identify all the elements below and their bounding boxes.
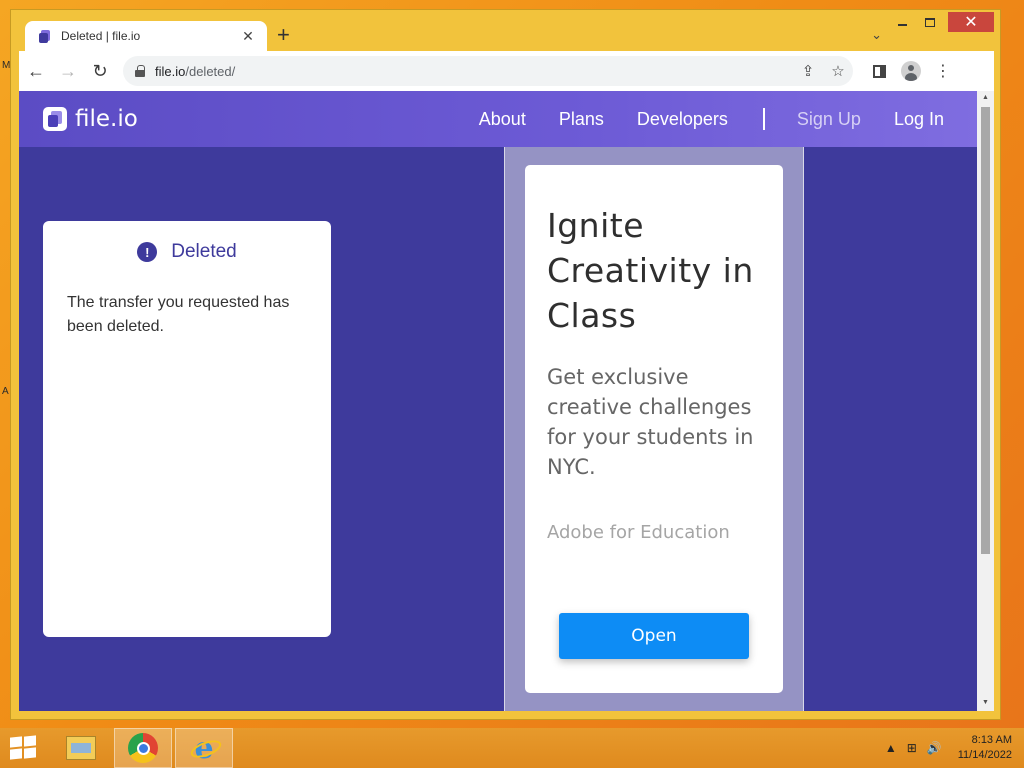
status-heading: ! Deleted [43,241,331,263]
logo-icon [43,107,67,131]
network-icon[interactable]: ⊞ [907,741,917,755]
logo-text: file.io [75,106,138,132]
profile-icon[interactable] [895,56,927,86]
new-tab-button[interactable]: + [277,24,290,46]
ad-panel: Ignite Creativity in Class Get exclusive… [504,147,804,711]
sign-up-link[interactable]: Sign Up [797,109,861,130]
file-explorer-icon [66,736,96,760]
share-icon[interactable]: ⇪ [793,62,823,80]
tab-title: Deleted | file.io [61,29,141,43]
nav-developers-link[interactable]: Developers [637,109,728,130]
taskbar: e ▲ ⊞ 🔊 8:13 AM 11/14/2022 [0,728,1024,768]
taskbar-chrome[interactable] [114,728,172,768]
maximize-icon [925,17,935,27]
system-tray: ▲ ⊞ 🔊 8:13 AM 11/14/2022 [885,728,1024,768]
scroll-thumb[interactable] [981,107,990,554]
minimize-icon [897,24,907,26]
chrome-icon [128,733,158,763]
status-message: The transfer you requested has been dele… [67,294,290,335]
site-nav: About Plans Developers Sign Up Log In [479,91,977,147]
reload-button[interactable]: ↻ [85,56,115,86]
ad-title[interactable]: Ignite Creativity in Class [547,203,761,338]
ad-description: Get exclusive creative challenges for yo… [547,365,754,479]
lock-icon[interactable] [135,65,145,77]
menu-dots-icon[interactable]: ⋮ [927,56,959,86]
bookmark-star-icon[interactable]: ☆ [823,62,853,80]
taskbar-file-explorer[interactable] [52,728,110,768]
window-close-button[interactable]: ✕ [948,12,994,32]
tray-expand-icon[interactable]: ▲ [885,741,897,755]
back-button[interactable]: ← [21,56,51,86]
site-logo[interactable]: file.io [43,106,138,132]
url-text[interactable]: file.io/deleted/ [155,64,793,79]
deleted-status-card: ! Deleted The transfer you requested has… [43,221,331,637]
ad-brand: Adobe for Education [547,522,730,543]
ad-card[interactable]: Ignite Creativity in Class Get exclusive… [525,165,783,693]
taskbar-clock[interactable]: 8:13 AM 11/14/2022 [958,733,1012,763]
minimize-button[interactable] [888,12,916,32]
url-path: /deleted/ [185,63,236,79]
nav-divider [762,108,765,130]
browser-toolbar: ← → ↻ file.io/deleted/ ⇪ ☆ ⋮ [19,51,994,91]
browser-window: ✕ Deleted | file.io ✕ + ⌄ ← → ↻ file.io/… [10,9,1001,720]
internet-explorer-icon: e [189,731,219,766]
address-bar[interactable]: file.io/deleted/ ⇪ ☆ [123,56,853,86]
volume-icon[interactable]: 🔊 [927,741,942,755]
page-scrollbar[interactable]: ▲ ▼ [977,91,994,711]
log-in-link[interactable]: Log In [894,109,944,130]
taskbar-internet-explorer[interactable]: e [175,728,233,768]
forward-button[interactable]: → [53,56,83,86]
site-header: file.io About Plans Developers Sign Up L… [19,91,977,147]
windows-start-icon[interactable] [10,735,38,760]
status-title: Deleted [171,241,237,262]
nav-plans-link[interactable]: Plans [559,109,604,130]
tab-search-button[interactable]: ⌄ [871,27,882,43]
tab-close-button[interactable]: ✕ [239,28,257,45]
clock-time: 8:13 AM [971,734,1012,746]
url-host: file.io [155,63,186,79]
scroll-down-arrow[interactable]: ▼ [977,699,994,706]
nav-about-link[interactable]: About [479,109,526,130]
alert-icon: ! [137,242,158,262]
maximize-button[interactable] [916,12,944,32]
side-panel-icon[interactable] [863,56,895,86]
window-controls: ✕ [888,12,994,34]
ad-open-button[interactable]: Open [559,613,749,659]
scroll-up-arrow[interactable]: ▲ [977,94,994,101]
desktop-icon-label: A [2,386,9,397]
clock-date: 11/14/2022 [957,749,1012,761]
browser-tab[interactable]: Deleted | file.io ✕ [25,21,267,51]
tab-favicon-icon [39,29,51,43]
page-viewport: file.io About Plans Developers Sign Up L… [19,91,977,711]
